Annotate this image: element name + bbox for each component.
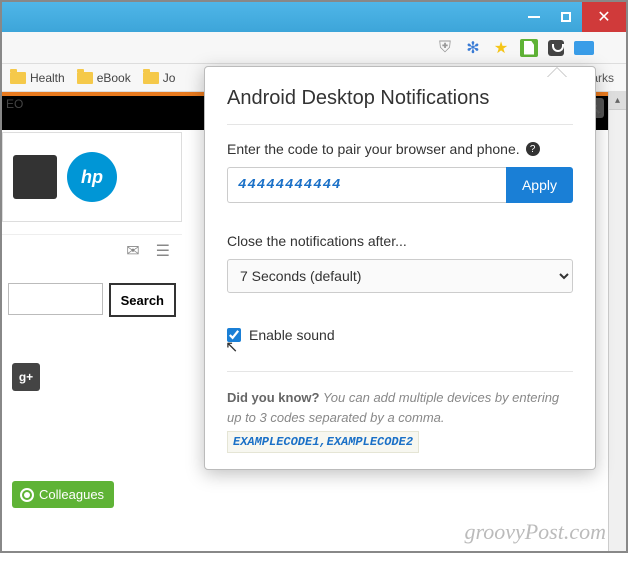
star-icon[interactable]: ★	[492, 39, 510, 57]
close-button[interactable]	[582, 2, 626, 32]
example-codes: EXAMPLECODE1,EXAMPLECODE2	[227, 431, 419, 453]
hp-ad[interactable]: hp	[2, 132, 182, 222]
enable-sound-label: Enable sound	[249, 327, 335, 343]
apply-button[interactable]: Apply	[506, 167, 573, 203]
bookmark-health[interactable]: Health	[6, 69, 69, 87]
share-icon[interactable]: ✻	[464, 39, 482, 57]
notifications-extension-icon[interactable]	[574, 41, 594, 55]
gplus-icon[interactable]: g+	[12, 363, 40, 391]
popup-title: Android Desktop Notifications	[227, 87, 573, 110]
scroll-up-icon[interactable]: ▴	[609, 92, 626, 110]
menu-icon[interactable]	[604, 39, 620, 57]
hp-logo-icon: hp	[67, 152, 117, 202]
folder-icon	[143, 72, 159, 84]
bookmark-jo[interactable]: Jo	[139, 69, 180, 87]
help-icon[interactable]: ?	[526, 142, 540, 156]
bookmark-ebook[interactable]: eBook	[73, 69, 135, 87]
shield-icon[interactable]: ⛨	[436, 39, 454, 57]
minimize-button[interactable]	[518, 2, 550, 32]
did-you-know: Did you know? You can add multiple devic…	[227, 388, 573, 453]
close-after-select[interactable]: 7 Seconds (default)	[227, 259, 573, 293]
maximize-button[interactable]	[550, 2, 582, 32]
browser-toolbar: ⛨ ✻ ★	[2, 32, 626, 64]
pocket-icon[interactable]	[548, 40, 564, 56]
enable-sound-row[interactable]: Enable sound ↖	[227, 327, 573, 343]
colleagues-icon	[20, 488, 34, 502]
watermark: groovyPost.com	[464, 519, 606, 545]
search-input[interactable]	[8, 283, 103, 315]
page-sidebar: hp ✉ ☰ Search g+ Colleagues	[2, 132, 182, 588]
folder-icon	[77, 72, 93, 84]
printer-icon	[13, 155, 57, 199]
evernote-icon[interactable]	[520, 39, 538, 57]
enable-sound-checkbox[interactable]	[227, 328, 241, 342]
pair-label: Enter the code to pair your browser and …	[227, 141, 573, 157]
close-after-label: Close the notifications after...	[227, 233, 573, 249]
email-icon[interactable]: ✉	[126, 241, 139, 261]
scrollbar-vertical[interactable]: ▴	[608, 92, 626, 551]
rss-icon[interactable]: ☰	[156, 241, 170, 261]
folder-icon	[10, 72, 26, 84]
search-button[interactable]: Search	[109, 283, 176, 317]
window-titlebar	[2, 2, 626, 32]
extension-popup: Android Desktop Notifications Enter the …	[204, 66, 596, 470]
social-icons: ✉ ☰	[2, 234, 182, 267]
bookmark-eo[interactable]: EO	[6, 97, 23, 111]
pair-code-input[interactable]	[227, 167, 506, 203]
colleagues-button[interactable]: Colleagues	[12, 481, 114, 508]
